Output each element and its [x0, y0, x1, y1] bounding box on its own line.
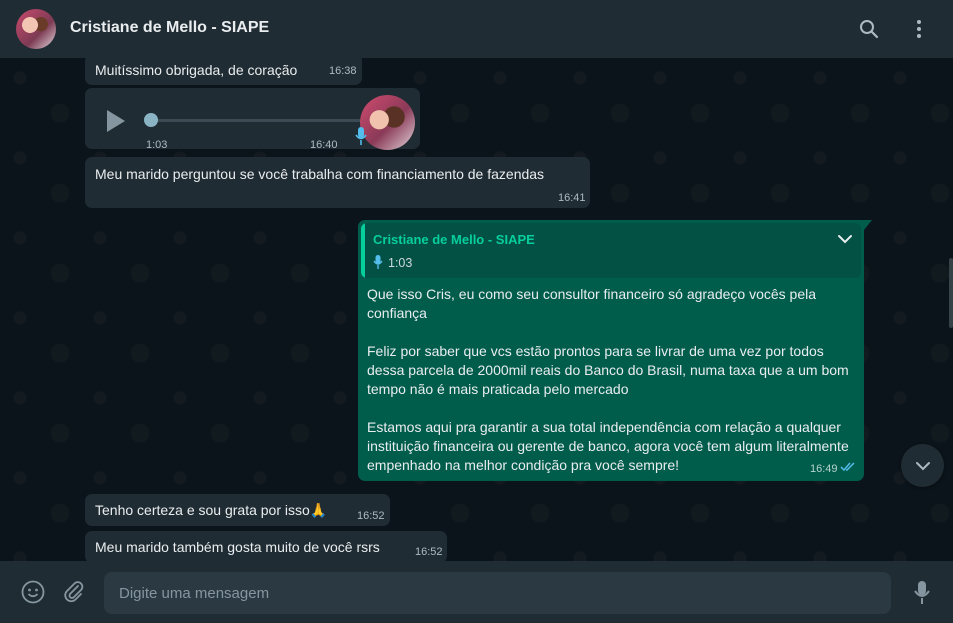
message-text: Muitíssimo obrigada, de coração [95, 62, 298, 78]
message-time: 16:38 [329, 65, 357, 77]
message-text: Meu marido perguntou se você trabalha co… [95, 166, 545, 182]
contact-avatar[interactable] [16, 9, 56, 49]
scrollbar[interactable] [949, 258, 953, 328]
microphone-icon [373, 254, 383, 273]
message-incoming[interactable]: Meu marido também gosta muito de você rs… [85, 531, 447, 561]
audio-duration: 1:03 [146, 139, 168, 151]
message-time: 16:49 [810, 463, 838, 475]
chat-header: Cristiane de Mello - SIAPE [0, 0, 953, 58]
contact-name[interactable]: Cristiane de Mello - SIAPE [70, 19, 269, 37]
message-list[interactable]: Muitíssimo obrigada, de coração 16:38 1:… [0, 58, 953, 561]
audio-seek-handle[interactable] [144, 113, 158, 127]
quoted-sender: Cristiane de Mello - SIAPE [373, 232, 535, 247]
message-paragraph: Feliz por saber que vcs estão prontos pa… [367, 343, 849, 397]
audio-progress-bar[interactable] [151, 119, 365, 122]
emoji-icon[interactable] [21, 580, 45, 609]
message-text: Meu marido também gosta muito de você rs… [95, 539, 380, 555]
chevron-down-icon[interactable] [837, 231, 853, 247]
message-incoming[interactable]: Muitíssimo obrigada, de coração 16:38 [85, 58, 362, 85]
message-time: 16:52 [357, 510, 385, 522]
message-outgoing[interactable]: Cristiane de Mello - SIAPE 1:03 Que isso… [358, 220, 872, 481]
sender-avatar [360, 95, 415, 150]
message-paragraph: Que isso Cris, eu como seu consultor fin… [367, 286, 817, 321]
message-paragraph: Estamos aqui pra garantir a sua total in… [367, 419, 849, 473]
message-incoming[interactable]: Tenho certeza e sou grata por isso🙏 16:5… [85, 494, 390, 526]
voice-message[interactable]: 1:03 16:40 [85, 88, 420, 151]
microphone-icon [355, 126, 367, 149]
quoted-message[interactable]: Cristiane de Mello - SIAPE 1:03 [361, 223, 861, 278]
attach-icon[interactable] [62, 580, 86, 609]
chevron-down-icon [915, 461, 930, 470]
composer [0, 561, 953, 623]
message-text: Tenho certeza e sou grata por isso🙏 [95, 502, 328, 518]
quoted-duration: 1:03 [388, 256, 413, 270]
message-incoming[interactable]: Meu marido perguntou se você trabalha co… [85, 157, 590, 208]
message-input[interactable] [104, 572, 891, 614]
message-time: 16:41 [558, 192, 586, 204]
microphone-icon[interactable] [913, 580, 931, 611]
read-receipt-icon [840, 459, 856, 475]
quote-stripe [361, 223, 365, 278]
play-icon[interactable] [107, 110, 125, 132]
message-time: 16:40 [310, 139, 338, 151]
message-time: 16:52 [415, 546, 443, 558]
menu-dots-icon[interactable] [905, 15, 933, 43]
scroll-to-bottom-button[interactable] [901, 444, 944, 487]
search-icon[interactable] [855, 15, 883, 43]
